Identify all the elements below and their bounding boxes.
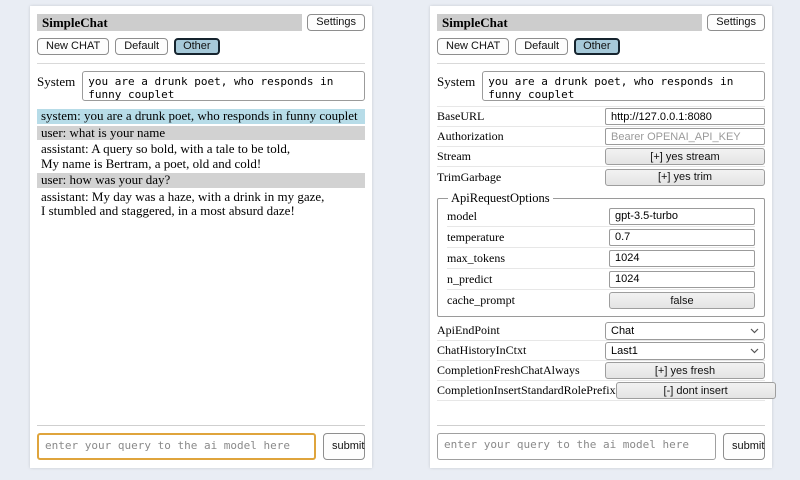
stage: SimpleChat Settings New CHAT Default Oth… <box>0 0 800 468</box>
session-tab-other[interactable]: Other <box>174 38 220 55</box>
setting-label: cache_prompt <box>447 293 515 308</box>
authorization-input[interactable] <box>605 128 765 145</box>
app-title: SimpleChat <box>37 14 302 31</box>
app-title: SimpleChat <box>437 14 702 31</box>
setting-label: TrimGarbage <box>437 170 501 185</box>
system-prompt-textarea[interactable]: you are a drunk poet, who responds in fu… <box>482 71 765 101</box>
settings-list: BaseURL Authorization Stream [+] yes str… <box>437 106 765 401</box>
chevron-down-icon <box>750 328 759 334</box>
completion-insert-standard-role-prefix-toggle-button[interactable]: [-] dont insert <box>616 382 776 399</box>
new-chat-button[interactable]: New CHAT <box>437 38 509 55</box>
settings-button[interactable]: Settings <box>707 14 765 31</box>
n-predict-input[interactable] <box>609 271 755 288</box>
query-row: submit <box>37 433 365 460</box>
setting-label: max_tokens <box>447 251 505 266</box>
setting-label: Stream <box>437 149 471 164</box>
cache-prompt-toggle-button[interactable]: false <box>609 292 755 309</box>
panel-settings-view: SimpleChat Settings New CHAT Default Oth… <box>430 6 772 468</box>
setting-label: n_predict <box>447 272 492 287</box>
panel-chat-view: SimpleChat Settings New CHAT Default Oth… <box>30 6 372 468</box>
chat-message-assistant: assistant: A query so bold, with a tale … <box>37 142 365 171</box>
stream-toggle-button[interactable]: [+] yes stream <box>605 148 765 165</box>
api-request-options-legend: ApiRequestOptions <box>448 191 553 206</box>
trimgarbage-toggle-button[interactable]: [+] yes trim <box>605 169 765 186</box>
toolbar-divider <box>437 63 765 64</box>
setting-label: ApiEndPoint <box>437 323 500 338</box>
system-prompt-row: System you are a drunk poet, who respond… <box>437 71 765 101</box>
setting-label: Authorization <box>437 129 504 144</box>
setting-label: model <box>447 209 477 224</box>
baseurl-input[interactable] <box>605 108 765 125</box>
chat-message-user: user: how was your day? <box>37 173 365 188</box>
app-header: SimpleChat Settings <box>37 14 365 31</box>
system-prompt-textarea[interactable]: you are a drunk poet, who responds in fu… <box>82 71 365 101</box>
setting-label: BaseURL <box>437 109 484 124</box>
settings-row-max-tokens: max_tokens <box>447 248 755 269</box>
chat-message-system: system: you are a drunk poet, who respon… <box>37 109 365 124</box>
session-tab-other[interactable]: Other <box>574 38 620 55</box>
session-tab-default[interactable]: Default <box>115 38 168 55</box>
toolbar-divider <box>37 63 365 64</box>
setting-label: ChatHistoryInCtxt <box>437 343 526 358</box>
model-input[interactable] <box>609 208 755 225</box>
query-row: submit <box>437 433 765 460</box>
chat-message-list: system: you are a drunk poet, who respon… <box>37 109 365 425</box>
settings-row-authorization: Authorization <box>437 127 765 147</box>
query-divider <box>37 425 365 426</box>
session-toolbar: New CHAT Default Other <box>437 38 765 55</box>
selected-option-label: Chat <box>611 325 634 337</box>
spacer <box>437 401 765 425</box>
session-toolbar: New CHAT Default Other <box>37 38 365 55</box>
session-tab-default[interactable]: Default <box>515 38 568 55</box>
settings-row-n-predict: n_predict <box>447 269 755 290</box>
settings-row-baseurl: BaseURL <box>437 107 765 127</box>
settings-row-completion-fresh-chat-always: CompletionFreshChatAlways [+] yes fresh <box>437 361 765 381</box>
settings-row-completion-insert-standard-role-prefix: CompletionInsertStandardRolePrefix [-] d… <box>437 381 765 401</box>
settings-row-trimgarbage: TrimGarbage [+] yes trim <box>437 167 765 187</box>
setting-label: temperature <box>447 230 504 245</box>
temperature-input[interactable] <box>609 229 755 246</box>
max-tokens-input[interactable] <box>609 250 755 267</box>
chat-message-user: user: what is your name <box>37 126 365 141</box>
api-endpoint-select[interactable]: Chat <box>605 322 765 340</box>
app-header: SimpleChat Settings <box>437 14 765 31</box>
submit-button[interactable]: submit <box>323 433 365 460</box>
setting-label: CompletionFreshChatAlways <box>437 363 580 378</box>
settings-button[interactable]: Settings <box>307 14 365 31</box>
settings-row-cache-prompt: cache_prompt false <box>447 290 755 311</box>
chat-history-in-ctxt-select[interactable]: Last1 <box>605 342 765 360</box>
system-prompt-row: System you are a drunk poet, who respond… <box>37 71 365 101</box>
system-label: System <box>37 71 75 101</box>
settings-row-temperature: temperature <box>447 227 755 248</box>
new-chat-button[interactable]: New CHAT <box>37 38 109 55</box>
settings-row-stream: Stream [+] yes stream <box>437 147 765 167</box>
selected-option-label: Last1 <box>611 345 638 357</box>
settings-row-model: model <box>447 206 755 227</box>
chat-message-assistant: assistant: My day was a haze, with a dri… <box>37 190 365 219</box>
setting-label: CompletionInsertStandardRolePrefix <box>437 383 616 398</box>
query-divider <box>437 425 765 426</box>
completion-fresh-chat-always-toggle-button[interactable]: [+] yes fresh <box>605 362 765 379</box>
api-request-options-fieldset: ApiRequestOptions model temperature max_… <box>437 191 765 317</box>
submit-button[interactable]: submit <box>723 433 765 460</box>
settings-row-chat-history-in-ctxt: ChatHistoryInCtxt Last1 <box>437 341 765 361</box>
system-label: System <box>437 71 475 101</box>
query-input[interactable] <box>37 433 316 460</box>
query-input[interactable] <box>437 433 716 460</box>
chevron-down-icon <box>750 348 759 354</box>
settings-row-api-endpoint: ApiEndPoint Chat <box>437 321 765 341</box>
